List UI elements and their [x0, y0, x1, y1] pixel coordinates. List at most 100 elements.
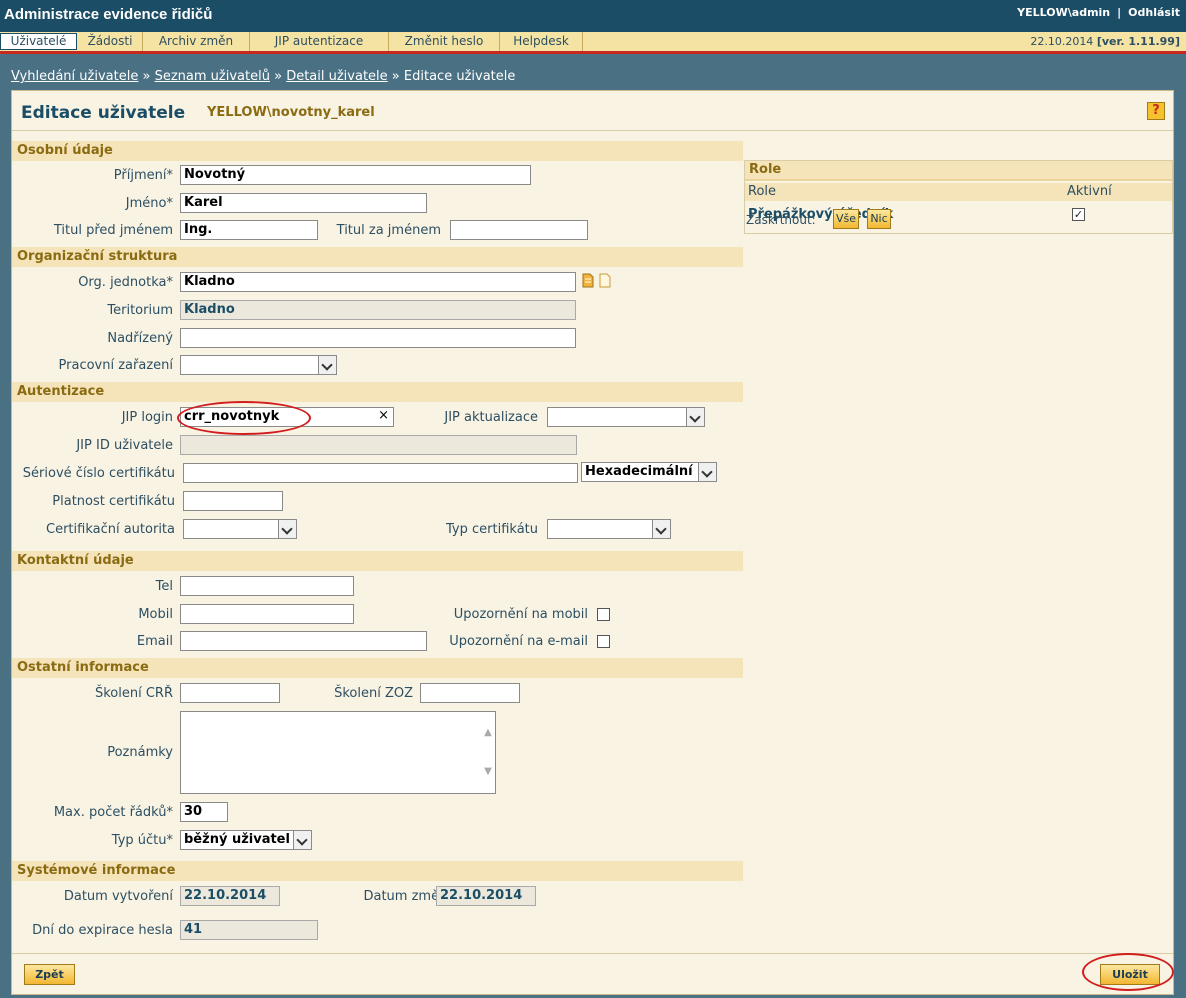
menu-item-change-archive[interactable]: Archiv změn	[143, 32, 250, 51]
cert-format-value: Hexadecimální	[585, 464, 693, 479]
mobile-label: Mobil	[138, 607, 173, 622]
tel-input[interactable]	[180, 576, 354, 596]
expiry-field: 41	[180, 920, 318, 940]
main-menu: Uživatelé Žádosti Archiv změn JIP autent…	[0, 32, 1186, 54]
cert-validity-input[interactable]	[183, 491, 283, 511]
email-input[interactable]	[180, 631, 427, 651]
jip-update-select[interactable]	[547, 407, 705, 427]
check-label: Zaškrtnout:	[746, 213, 816, 227]
version-info: 22.10.2014 [ver. 1.11.99]	[1030, 35, 1180, 48]
menu-item-requests[interactable]: Žádosti	[78, 32, 143, 51]
scroll-up-icon[interactable]: ▲	[483, 728, 493, 738]
app-version: [ver. 1.11.99]	[1096, 35, 1180, 48]
help-icon[interactable]: ?	[1147, 102, 1165, 120]
cert-authority-label: Certifikační autorita	[46, 522, 175, 537]
jip-login-label: JIP login	[121, 410, 173, 425]
training-zoz-input[interactable]	[420, 683, 520, 703]
cert-type-select[interactable]	[547, 519, 671, 539]
bottom-divider	[12, 953, 1173, 954]
jip-login-input[interactable]: crr_novotnyk ×	[180, 407, 394, 427]
territory-field: Kladno	[180, 300, 576, 320]
title-before-label: Titul před jménem	[53, 223, 173, 238]
section-personal: Osobní údaje	[12, 141, 743, 161]
mobile-input[interactable]	[180, 604, 354, 624]
breadcrumb-separator: »	[274, 69, 283, 84]
section-system: Systémové informace	[12, 861, 743, 881]
account-type-value: běžný uživatel	[184, 832, 290, 847]
notify-mobile-checkbox[interactable]	[597, 608, 610, 621]
scroll-down-icon[interactable]: ▼	[483, 767, 493, 777]
position-select[interactable]	[180, 355, 337, 375]
org-unit-input[interactable]: Kladno	[180, 272, 576, 292]
clear-unit-icon[interactable]	[599, 273, 611, 288]
breadcrumb-user-list[interactable]: Seznam uživatelů	[155, 69, 270, 84]
jip-update-label: JIP aktualizace	[444, 410, 538, 425]
cert-format-select[interactable]: Hexadecimální	[581, 462, 717, 482]
menu-item-jip-auth[interactable]: JIP autentizace	[250, 32, 389, 51]
section-auth: Autentizace	[12, 382, 743, 402]
roles-section-title: Role	[745, 161, 1172, 181]
position-label: Pracovní zařazení	[58, 358, 173, 373]
roles-title: Role	[749, 162, 782, 177]
cert-validity-label: Platnost certifikátu	[52, 494, 175, 509]
superior-input[interactable]	[180, 328, 576, 348]
col-role: Role	[748, 184, 777, 199]
current-user: YELLOW\admin	[1017, 6, 1111, 19]
cert-type-label: Typ certifikátu	[446, 522, 538, 537]
notify-email-checkbox[interactable]	[597, 635, 610, 648]
name-label: Jméno*	[125, 196, 173, 211]
role-active-checkbox[interactable]: ✓	[1072, 208, 1085, 221]
select-unit-icon[interactable]	[582, 273, 594, 288]
col-active: Aktivní	[1067, 184, 1112, 199]
created-label: Datum vytvoření	[63, 889, 173, 904]
chevron-down-icon	[318, 356, 336, 374]
breadcrumb-search-user[interactable]: Vyhledání uživatele	[11, 69, 138, 84]
chevron-down-icon	[698, 463, 716, 481]
check-none-button[interactable]: Nic	[867, 209, 891, 229]
logout-link[interactable]: Odhlásit	[1128, 6, 1180, 19]
title-after-input[interactable]	[450, 220, 588, 240]
section-contact: Kontaktní údaje	[12, 551, 743, 571]
territory-label: Teritorium	[107, 303, 173, 318]
training-crr-label: Školení CRŘ	[94, 686, 173, 701]
user-area: YELLOW\admin | Odhlásit	[1017, 6, 1180, 19]
check-all-button[interactable]: Vše	[833, 209, 859, 229]
clear-icon[interactable]: ×	[378, 408, 389, 423]
title-before-input[interactable]: Ing.	[180, 220, 318, 240]
edited-username: YELLOW\novotny_karel	[207, 105, 375, 120]
chevron-down-icon	[686, 408, 704, 426]
expiry-label: Dní do expirace hesla	[32, 923, 173, 938]
edit-user-panel: Editace uživatele YELLOW\novotny_karel ?…	[11, 90, 1174, 995]
name-input[interactable]: Karel	[180, 193, 427, 213]
notes-textarea[interactable]: ▲ ▼	[180, 711, 496, 794]
save-button[interactable]: Uložit	[1100, 964, 1160, 985]
training-zoz-label: Školení ZOZ	[334, 686, 413, 701]
cert-serial-input[interactable]	[183, 463, 578, 483]
notify-mobile-label: Upozornění na mobil	[453, 607, 588, 622]
cert-authority-select[interactable]	[183, 519, 297, 539]
created-field: 22.10.2014	[180, 886, 280, 906]
surname-input[interactable]: Novotný	[180, 165, 531, 185]
notes-label: Poznámky	[107, 745, 173, 760]
jip-id-field	[180, 435, 577, 455]
jip-login-value: crr_novotnyk	[184, 409, 280, 424]
roles-table-header: Role Aktivní	[745, 183, 1172, 201]
tel-label: Tel	[155, 579, 173, 594]
back-button[interactable]: Zpět	[24, 964, 75, 985]
breadcrumb-separator: »	[391, 69, 400, 84]
max-rows-input[interactable]: 30	[180, 802, 228, 822]
chevron-down-icon	[652, 520, 670, 538]
surname-label: Příjmení*	[113, 168, 173, 183]
menu-item-helpdesk[interactable]: Helpdesk	[500, 32, 583, 51]
notify-email-label: Upozornění na e-mail	[449, 634, 588, 649]
cert-serial-label: Sériové číslo certifikátu	[22, 466, 175, 481]
training-crr-input[interactable]	[180, 683, 280, 703]
breadcrumb: Vyhledání uživatele » Seznam uživatelů »…	[11, 69, 515, 84]
menu-item-change-password[interactable]: Změnit heslo	[389, 32, 500, 51]
menu-item-users[interactable]: Uživatelé	[0, 33, 77, 50]
org-unit-label: Org. jednotka*	[78, 275, 173, 290]
breadcrumb-user-detail[interactable]: Detail uživatele	[286, 69, 387, 84]
account-type-select[interactable]: běžný uživatel	[180, 830, 312, 850]
breadcrumb-separator: »	[142, 69, 151, 84]
title-after-label: Titul za jménem	[336, 223, 441, 238]
